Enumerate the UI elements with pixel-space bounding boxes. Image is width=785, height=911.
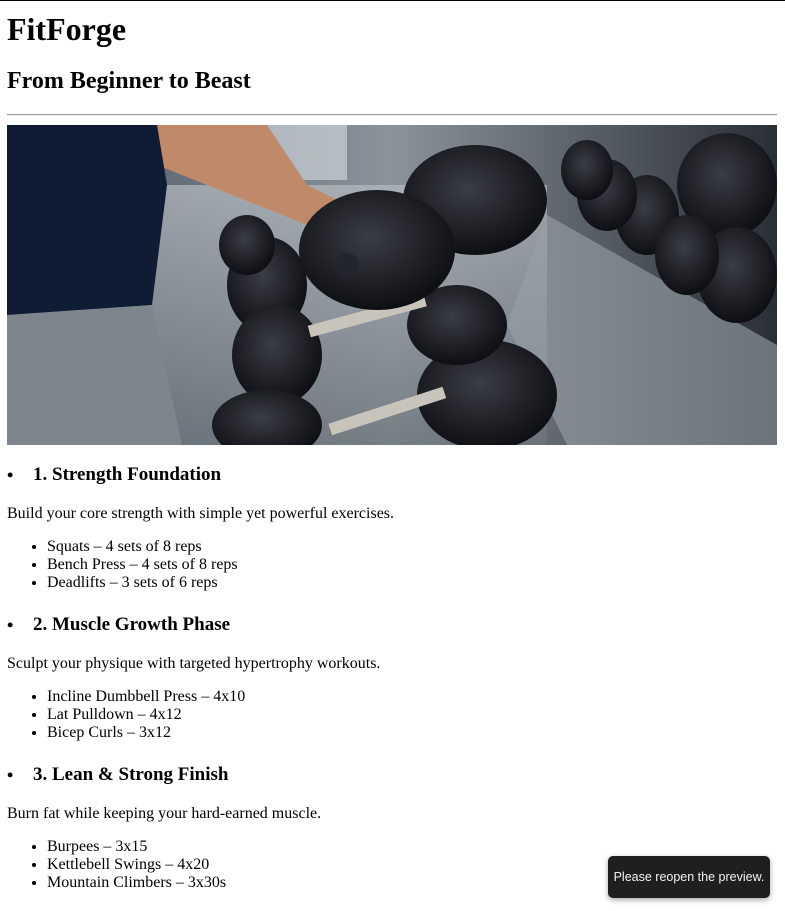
exercise-item: Incline Dumbbell Press – 4x10 (47, 688, 777, 706)
phase-title: • 1. Strength Foundation (7, 460, 777, 490)
bullet-icon: • (7, 765, 14, 785)
phase-title: • 2. Muscle Growth Phase (7, 610, 777, 640)
phase-title-text: 3. Lean & Strong Finish (33, 764, 229, 785)
phase-1: • 1. Strength Foundation Build your core… (7, 460, 777, 592)
phase-title-text: 2. Muscle Growth Phase (33, 614, 231, 635)
bullet-icon: • (7, 615, 14, 635)
exercise-item: Lat Pulldown – 4x12 (47, 706, 777, 724)
exercise-list: Incline Dumbbell Press – 4x10 Lat Pulldo… (7, 688, 777, 742)
exercise-item: Squats – 4 sets of 8 reps (47, 538, 777, 556)
phase-description: Build your core strength with simple yet… (7, 505, 395, 522)
bullet-icon: • (7, 465, 14, 485)
exercise-item: Bicep Curls – 3x12 (47, 724, 777, 742)
phase-title-text: 1. Strength Foundation (33, 464, 222, 485)
phases-section: • 1. Strength Foundation Build your core… (7, 460, 777, 892)
phase-2: • 2. Muscle Growth Phase Sculpt your phy… (7, 610, 777, 742)
exercise-item: Deadlifts – 3 sets of 6 reps (47, 574, 777, 592)
phase-description: Sculpt your physique with targeted hyper… (7, 655, 381, 672)
exercise-item: Bench Press – 4 sets of 8 reps (47, 556, 777, 574)
phase-description: Burn fat while keeping your hard-earned … (7, 805, 322, 822)
header-divider (7, 114, 777, 116)
exercise-list: Squats – 4 sets of 8 reps Bench Press – … (7, 538, 777, 592)
exercise-item: Burpees – 3x15 (47, 838, 777, 856)
site-tagline: From Beginner to Beast (7, 68, 251, 94)
hero-image (7, 125, 777, 445)
dumbbell-photo-icon (7, 125, 777, 445)
toast-message: Please reopen the preview. (613, 870, 765, 884)
preview-toast[interactable]: Please reopen the preview. (608, 856, 770, 898)
site-title: FitForge (7, 11, 127, 47)
phase-title: • 3. Lean & Strong Finish (7, 760, 777, 790)
